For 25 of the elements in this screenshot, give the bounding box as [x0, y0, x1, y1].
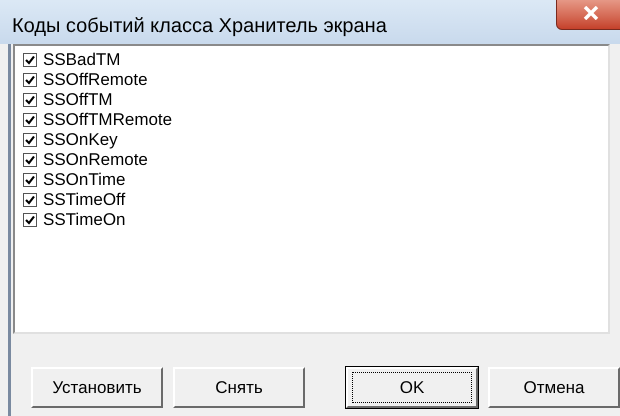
event-label: SSOnTime [43, 170, 126, 190]
checkbox[interactable] [23, 73, 37, 87]
checkbox[interactable] [23, 133, 37, 147]
close-icon [582, 6, 600, 20]
event-label: SSOffTMRemote [43, 110, 172, 130]
event-label: SSOnKey [43, 130, 118, 150]
dialog-button[interactable]: Установить [31, 367, 163, 408]
window-title: Коды событий класса Хранитель экрана [12, 14, 387, 38]
event-label: SSOnRemote [43, 150, 148, 170]
checkbox[interactable] [23, 213, 37, 227]
checkbox[interactable] [23, 153, 37, 167]
checkbox[interactable] [23, 53, 37, 67]
event-label: SSOffTM [43, 90, 113, 110]
checkbox[interactable] [23, 193, 37, 207]
event-label: SSBadTM [43, 50, 120, 70]
checkbox[interactable] [23, 93, 37, 107]
checkbox[interactable] [23, 173, 37, 187]
event-label: SSTimeOff [43, 190, 126, 210]
dialog-button[interactable]: Отмена [488, 367, 620, 408]
checkbox[interactable] [23, 113, 37, 127]
event-label: SSOffRemote [43, 70, 148, 90]
event-label: SSTimeOn [43, 210, 126, 230]
dialog-button[interactable]: OK [346, 367, 478, 408]
close-button[interactable] [556, 0, 620, 30]
dialog-button[interactable]: Снять [173, 367, 305, 408]
